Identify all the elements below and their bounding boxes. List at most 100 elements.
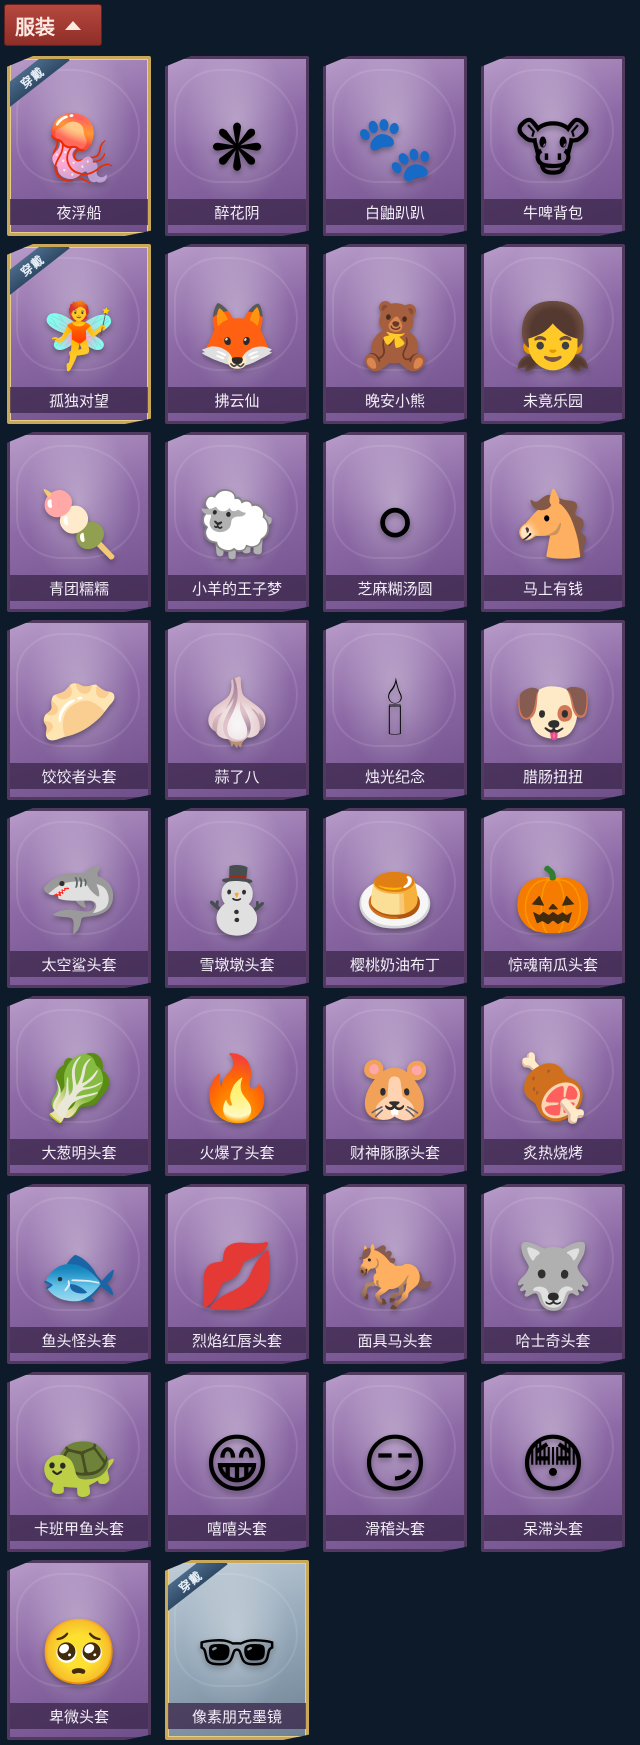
item-name: 像素朋克墨镜 [168,1703,306,1729]
dachshund-head-icon: 🐶 [513,676,593,750]
item-name: 饺饺者头套 [10,763,148,789]
item-card[interactable]: 🐶 腊肠扭扭 [481,620,625,800]
item-name: 太空鲨头套 [10,951,148,977]
item-card[interactable]: 🐢 卡班甲鱼头套 [7,1372,151,1552]
item-card[interactable]: ❋ 醉花阴 [165,56,309,236]
dazed-emoji-icon: 😳 [519,1428,587,1502]
outfit-category-toggle[interactable]: 服装 [4,4,102,46]
item-card[interactable]: ⚪ 芝麻糊汤圆 [323,432,467,612]
item-card[interactable]: 🥬 大葱明头套 [7,996,151,1176]
item-card[interactable]: 🥟 饺饺者头套 [7,620,151,800]
dreamcatcher-icon: ❋ [210,112,264,186]
item-card[interactable]: 🧄 蒜了八 [165,620,309,800]
item-card[interactable]: 穿戴 🪼 夜浮船 [7,56,151,236]
item-card[interactable]: 🍮 樱桃奶油布丁 [323,808,467,988]
item-name: 炙热烧烤 [484,1139,622,1165]
item-name: 腊肠扭扭 [484,763,622,789]
item-card[interactable]: 🔥 火爆了头套 [165,996,309,1176]
item-card[interactable]: 👧 未竟乐园 [481,244,625,424]
grinning-emoji-icon: 😁 [203,1428,271,1502]
item-name: 卑微头套 [10,1703,148,1729]
item-name: 樱桃奶油布丁 [326,951,464,977]
cow-barrel-icon: 🐮 [515,112,591,186]
item-name: 醉花阴 [168,199,306,225]
item-card[interactable]: 🐮 牛啤背包 [481,56,625,236]
item-card[interactable]: 🍖 炙热烧烤 [481,996,625,1176]
item-name: 牛啤背包 [484,199,622,225]
item-card[interactable]: 💋 烈焰红唇头套 [165,1184,309,1364]
item-name: 卡班甲鱼头套 [10,1515,148,1541]
item-card[interactable]: 🐴 马上有钱 [481,432,625,612]
jellyfish-icon: 🪼 [39,112,119,186]
candle-head-icon: 🕯 [385,676,405,750]
item-card[interactable]: 😁 嘻嘻头套 [165,1372,309,1552]
turtle-head-icon: 🐢 [39,1428,119,1502]
fish-head-icon: 🐟 [39,1240,119,1314]
item-card[interactable]: 🦈 太空鲨头套 [7,808,151,988]
girl-doll-icon: 👧 [513,300,593,374]
item-card[interactable]: 🐹 财神豚豚头套 [323,996,467,1176]
green-dumpling-icon: 🍡 [39,488,119,562]
capybara-head-icon: 🐹 [355,1052,435,1126]
item-card[interactable]: 🕯 烛光纪念 [323,620,467,800]
bbq-meat-head-icon: 🍖 [513,1052,593,1126]
item-card[interactable]: 🐟 鱼头怪头套 [7,1184,151,1364]
item-name: 小羊的王子梦 [168,575,306,601]
chevron-up-icon [65,20,81,30]
fairy-doll-icon: 🧚 [39,300,119,374]
item-card[interactable]: 🐑 小羊的王子梦 [165,432,309,612]
item-name: 拂云仙 [168,387,306,413]
item-name: 芝麻糊汤圆 [326,575,464,601]
pumpkin-head-icon: 🎃 [513,864,593,938]
item-card[interactable]: 穿戴 🕶 像素朋克墨镜 [165,1560,309,1740]
item-name: 晚安小熊 [326,387,464,413]
scallion-head-icon: 🥬 [39,1052,119,1126]
item-name: 马上有钱 [484,575,622,601]
item-name: 烛光纪念 [326,763,464,789]
equipped-badge: 穿戴 [10,247,70,298]
item-card[interactable]: 🦊 拂云仙 [165,244,309,424]
item-name: 蒜了八 [168,763,306,789]
item-card[interactable]: 🍡 青团糯糯 [7,432,151,612]
item-name: 鱼头怪头套 [10,1327,148,1353]
item-name: 嘻嘻头套 [168,1515,306,1541]
husky-head-icon: 🐺 [513,1240,593,1314]
item-card[interactable]: 穿戴 🧚 孤独对望 [7,244,151,424]
horse-mask-icon: 🐎 [355,1240,435,1314]
ferret-plush-icon: 🐾 [355,112,435,186]
charm-pendant-icon: 🦊 [197,300,277,374]
teddy-bear-icon: 🧸 [355,300,435,374]
item-card[interactable]: ⛄ 雪墩墩头套 [165,808,309,988]
horse-head-icon: 🐴 [513,488,593,562]
item-card[interactable]: 🧸 晚安小熊 [323,244,467,424]
dumpling-head-icon: 🥟 [39,676,119,750]
item-name: 呆滞头套 [484,1515,622,1541]
item-name: 火爆了头套 [168,1139,306,1165]
item-card[interactable]: 🐾 白鼬趴趴 [323,56,467,236]
snowman-head-icon: ⛄ [197,864,277,938]
item-card[interactable]: 🥺 卑微头套 [7,1560,151,1740]
item-card[interactable]: 😏 滑稽头套 [323,1372,467,1552]
item-name: 大葱明头套 [10,1139,148,1165]
item-name: 青团糯糯 [10,575,148,601]
item-name: 雪墩墩头套 [168,951,306,977]
pixel-sunglasses-icon: 🕶 [196,1616,278,1690]
equipped-badge: 穿戴 [168,1563,228,1614]
sheep-crown-icon: 🐑 [197,488,277,562]
shark-head-icon: 🦈 [39,864,119,938]
item-name: 面具马头套 [326,1327,464,1353]
item-card[interactable]: 🐺 哈士奇头套 [481,1184,625,1364]
item-name: 财神豚豚头套 [326,1139,464,1165]
garlic-head-icon: 🧄 [197,676,277,750]
humble-emoji-icon: 🥺 [39,1616,119,1690]
item-name: 夜浮船 [10,199,148,225]
item-card[interactable]: 🐎 面具马头套 [323,1184,467,1364]
smirk-emoji-icon: 😏 [361,1428,429,1502]
pikachu-lips-head-icon: 💋 [197,1240,277,1314]
item-name: 滑稽头套 [326,1515,464,1541]
item-card[interactable]: 😳 呆滞头套 [481,1372,625,1552]
item-card[interactable]: 🎃 惊魂南瓜头套 [481,808,625,988]
item-name: 白鼬趴趴 [326,199,464,225]
outfit-category-label: 服装 [15,14,55,39]
equipped-badge: 穿戴 [10,59,70,110]
